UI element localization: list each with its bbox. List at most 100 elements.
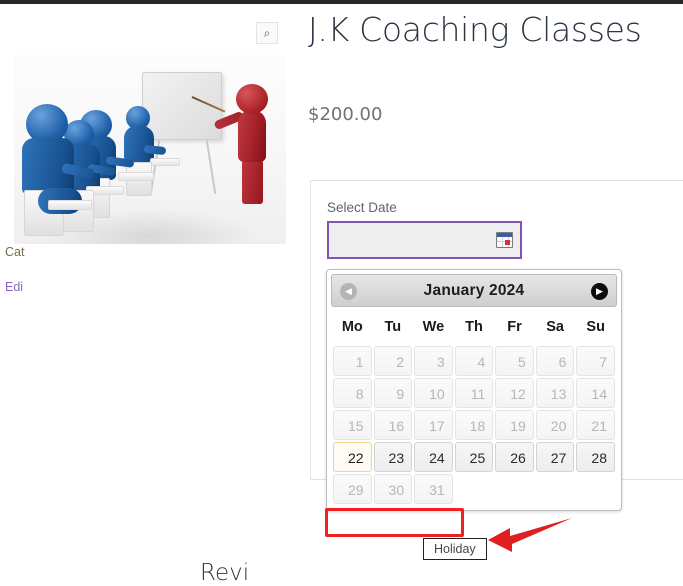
datepicker-day-28[interactable]: 28 — [576, 442, 615, 472]
annotation-arrow-icon — [488, 518, 572, 552]
datepicker-week-row: 22 23 24 25 26 27 28 — [333, 442, 615, 472]
chevron-left-icon[interactable]: ◀ — [340, 283, 357, 300]
teacher-head-shape — [236, 84, 268, 114]
datepicker-cell: 12 — [495, 378, 534, 408]
datepicker-weekday: Tu — [384, 319, 402, 335]
datepicker-cell: 11 — [454, 378, 494, 408]
datepicker-month-title: January 2024 — [423, 281, 525, 299]
datepicker-day-27[interactable]: 27 — [535, 442, 575, 472]
datepicker-cell: 31 — [414, 474, 453, 504]
datepicker-cell: 17 — [414, 410, 453, 440]
datepicker-weekday: Th — [465, 319, 483, 335]
datepicker-day-22[interactable]: 22 — [333, 442, 372, 472]
datepicker-cell: 27 — [535, 442, 575, 472]
datepicker-day-21: 21 — [576, 410, 615, 440]
datepicker-cell: 23 — [373, 442, 413, 472]
datepicker-cell: 4 — [454, 346, 494, 376]
product-gallery: ⌕ — [14, 22, 286, 244]
datepicker-week-row: 1234567 — [333, 346, 615, 376]
datepicker-day-16: 16 — [373, 410, 413, 440]
datepicker-day-15: 15 — [333, 410, 372, 440]
holiday-tooltip-label: Holiday — [434, 542, 476, 556]
datepicker-day-10: 10 — [414, 378, 453, 408]
datepicker-cell: 16 — [373, 410, 413, 440]
datepicker-weekday: Mo — [341, 319, 363, 335]
datepicker-weekday: We — [422, 319, 445, 335]
reviews-heading: Revi — [200, 560, 250, 586]
datepicker-panel[interactable]: ◀ January 2024 ▶ Mo Tu We Th Fr Sa Su 12345678… — [326, 269, 622, 511]
datepicker-cell: 29 — [333, 474, 372, 504]
datepicker-cell — [576, 474, 615, 504]
select-date-label: Select Date — [327, 200, 397, 215]
datepicker-cell — [495, 474, 534, 504]
datepicker-week-row: 8 9 10 11 12 13 14 — [333, 378, 615, 408]
datepicker-day-18: 18 — [454, 410, 494, 440]
product-category-meta: Cat — [5, 245, 25, 259]
annotation-highlight-rectangle — [325, 508, 464, 537]
datepicker-weekday: Su — [586, 319, 605, 335]
datepicker-day-30: 30 — [373, 474, 413, 504]
whiteboard-leg-right — [205, 140, 217, 194]
datepicker-day-20: 20 — [535, 410, 575, 440]
datepicker-day-12: 12 — [495, 378, 534, 408]
datepicker-cell: 18 — [454, 410, 494, 440]
datepicker-day-4: 4 — [454, 346, 494, 376]
datepicker-day-13: 13 — [535, 378, 575, 408]
datepicker-cell: 25 — [454, 442, 494, 472]
datepicker-cell: 13 — [535, 378, 575, 408]
datepicker-day-6: 6 — [535, 346, 575, 376]
datepicker-day-29: 29 — [333, 474, 372, 504]
datepicker-cell: 20 — [535, 410, 575, 440]
datepicker-cell: 6 — [535, 346, 575, 376]
datepicker-day-blank — [536, 474, 575, 504]
datepicker-day-23[interactable]: 23 — [373, 442, 413, 472]
datepicker-header: ◀ January 2024 ▶ — [331, 274, 617, 307]
datepicker-cell: 10 — [414, 378, 453, 408]
datepicker-day-8: 8 — [333, 378, 372, 408]
magnifier-zoom-icon[interactable]: ⌕ — [256, 22, 278, 44]
datepicker-weekday-row: Mo Tu We Th Fr Sa Su — [333, 312, 615, 344]
select-date-field[interactable] — [327, 221, 522, 259]
product-featured-image[interactable] — [14, 54, 286, 244]
datepicker-week-row: 15 16 17 18 19 20 21 — [333, 410, 615, 440]
holiday-tooltip: Holiday — [423, 538, 487, 560]
datepicker-cell: 26 — [495, 442, 534, 472]
datepicker-day-26[interactable]: 26 — [495, 442, 534, 472]
edit-product-link[interactable]: Edi — [5, 280, 23, 294]
calendar-picker-icon[interactable] — [496, 232, 513, 248]
teacher-body-shape — [238, 110, 266, 162]
select-date-input[interactable] — [329, 223, 520, 257]
chevron-right-icon[interactable]: ▶ — [591, 283, 608, 300]
datepicker-day-11: 11 — [454, 378, 494, 408]
datepicker-day-19: 19 — [495, 410, 534, 440]
datepicker-cell: 5 — [495, 346, 534, 376]
datepicker-grid: Mo Tu We Th Fr Sa Su 1 2 3 4 5 6 7 8 9 10 11 12 13 14 15 16 17… — [331, 310, 617, 506]
datepicker-cell: 15 — [333, 410, 372, 440]
datepicker-cell: 2 — [373, 346, 413, 376]
product-price: $200.00 — [308, 104, 383, 125]
desk-shape — [150, 158, 180, 166]
datepicker-cell: 30 — [373, 474, 413, 504]
datepicker-day-31: 31 — [414, 474, 453, 504]
datepicker-day-24[interactable]: 24 — [414, 442, 453, 472]
page-title: J.K Coaching Classes — [308, 10, 642, 49]
datepicker-day-5: 5 — [495, 346, 534, 376]
datepicker-cell — [536, 474, 575, 504]
datepicker-weekday: Sa — [546, 319, 564, 335]
datepicker-day-17: 17 — [414, 410, 453, 440]
datepicker-day-3: 3 — [414, 346, 453, 376]
desk-shape — [118, 172, 154, 181]
datepicker-day-1: 1 — [333, 346, 372, 376]
datepicker-cell: 8 — [333, 378, 372, 408]
admin-top-bar — [0, 0, 683, 4]
student-body-shape — [124, 126, 154, 162]
datepicker-day-blank — [455, 474, 494, 504]
datepicker-day-blank — [495, 474, 534, 504]
datepicker-cell: 9 — [373, 378, 413, 408]
datepicker-day-14: 14 — [576, 378, 615, 408]
teacher-legs-shape — [242, 158, 263, 204]
datepicker-weekday: Fr — [507, 319, 522, 335]
datepicker-cell: 14 — [576, 378, 615, 408]
datepicker-day-25[interactable]: 25 — [454, 442, 494, 472]
datepicker-cell: 21 — [576, 410, 615, 440]
